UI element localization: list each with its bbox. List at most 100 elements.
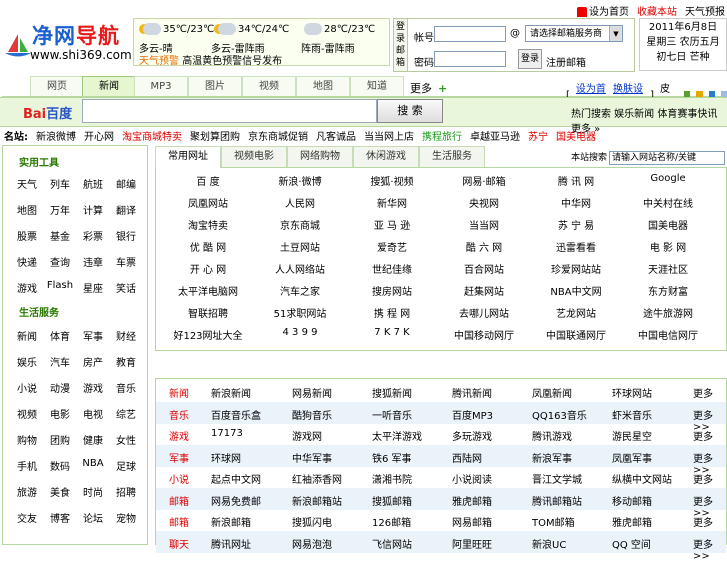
row-link[interactable]: 晋江文学城 bbox=[532, 471, 582, 486]
row-link[interactable]: 百度音乐盒 bbox=[211, 407, 261, 422]
left-grid-link[interactable]: 基金 bbox=[44, 228, 76, 243]
site-link[interactable]: 东方财富 bbox=[623, 283, 713, 298]
left-grid-link[interactable]: 电视 bbox=[77, 406, 109, 421]
row-link[interactable]: QQ163音乐 bbox=[532, 407, 587, 422]
famous-link[interactable]: 聚划算团购 bbox=[190, 128, 240, 143]
login-button[interactable]: 登录 bbox=[518, 49, 542, 69]
famous-link[interactable]: 凡客诚品 bbox=[316, 128, 356, 143]
site-link[interactable]: 好123网址大全 bbox=[163, 327, 253, 342]
left-grid-link[interactable]: 汽车 bbox=[44, 354, 76, 369]
site-link[interactable]: 京东商城 bbox=[255, 217, 345, 232]
left-grid-link[interactable]: 音乐 bbox=[110, 380, 142, 395]
row-link[interactable]: 游民星空 bbox=[612, 428, 652, 443]
row-link[interactable]: 17173 bbox=[211, 428, 243, 439]
left-grid-link[interactable]: 股票 bbox=[11, 228, 43, 243]
row-link[interactable]: 起点中文网 bbox=[211, 471, 261, 486]
row-link[interactable]: 凤凰军事 bbox=[612, 450, 652, 465]
row-link[interactable]: 阿里旺旺 bbox=[452, 536, 492, 551]
left-grid-link[interactable]: 游戏 bbox=[11, 280, 43, 295]
site-link[interactable]: 携 程 网 bbox=[347, 305, 437, 320]
site-link[interactable]: 4 3 9 9 bbox=[255, 327, 345, 338]
row-category[interactable]: 小说 bbox=[162, 471, 196, 486]
row-category[interactable]: 军事 bbox=[162, 450, 196, 465]
row-link[interactable]: 太平洋游戏 bbox=[372, 428, 422, 443]
left-grid-link[interactable]: 手机 bbox=[11, 458, 43, 473]
site-link[interactable]: 新华网 bbox=[347, 195, 437, 210]
site-link[interactable]: 淘宝特卖 bbox=[163, 217, 253, 232]
tab-images[interactable]: 图片 bbox=[188, 76, 242, 96]
row-category[interactable]: 新闻 bbox=[162, 385, 196, 400]
row-link[interactable]: 搜狐新闻 bbox=[372, 385, 412, 400]
site-link[interactable]: 百 度 bbox=[163, 173, 253, 188]
tab-video-movies[interactable]: 视频电影 bbox=[221, 146, 287, 167]
site-link[interactable]: NBA中文网 bbox=[531, 283, 621, 298]
row-link[interactable]: 小说阅读 bbox=[452, 471, 492, 486]
famous-link[interactable]: 新浪微博 bbox=[36, 128, 76, 143]
row-link[interactable]: 游戏网 bbox=[292, 428, 322, 443]
left-grid-link[interactable]: 博客 bbox=[44, 510, 76, 525]
site-link[interactable]: 赶集网站 bbox=[439, 283, 529, 298]
left-grid-link[interactable]: 列车 bbox=[44, 176, 76, 191]
tab-web[interactable]: 网页 bbox=[30, 76, 84, 96]
register-link[interactable]: 注册邮箱 bbox=[546, 54, 586, 69]
left-grid-link[interactable]: 女性 bbox=[110, 432, 142, 447]
left-grid-link[interactable]: 彩票 bbox=[77, 228, 109, 243]
left-grid-link[interactable]: 健康 bbox=[77, 432, 109, 447]
site-link[interactable]: 网易·邮箱 bbox=[439, 173, 529, 188]
row-link[interactable]: 新浪新闻 bbox=[211, 385, 251, 400]
site-link[interactable]: 迅雷看看 bbox=[531, 239, 621, 254]
password-input[interactable] bbox=[434, 51, 506, 67]
site-link[interactable]: 开 心 网 bbox=[163, 261, 253, 276]
row-link[interactable]: 环球网站 bbox=[612, 385, 652, 400]
row-link[interactable]: 新浪邮箱 bbox=[211, 514, 251, 529]
left-grid-link[interactable]: 翻译 bbox=[110, 202, 142, 217]
row-link[interactable]: 网易新闻 bbox=[292, 385, 332, 400]
site-link[interactable]: Google bbox=[623, 173, 713, 184]
left-grid-link[interactable]: 宠物 bbox=[110, 510, 142, 525]
row-link[interactable]: 红袖添香网 bbox=[292, 471, 342, 486]
left-grid-link[interactable]: 快递 bbox=[11, 254, 43, 269]
row-link[interactable]: 多玩游戏 bbox=[452, 428, 492, 443]
site-link[interactable]: 百合网站 bbox=[439, 261, 529, 276]
site-link[interactable]: 7 K 7 K bbox=[347, 327, 437, 338]
search-button[interactable]: 搜 索 bbox=[377, 99, 443, 123]
left-grid-link[interactable]: 购物 bbox=[11, 432, 43, 447]
row-link[interactable]: 中华军事 bbox=[292, 450, 332, 465]
left-grid-link[interactable]: 违章 bbox=[77, 254, 109, 269]
left-grid-link[interactable]: 笑话 bbox=[110, 280, 142, 295]
site-search-input[interactable]: 请输入网站名称/关键 bbox=[609, 150, 726, 165]
more-tabs[interactable]: 更多 + bbox=[410, 80, 447, 96]
site-link[interactable]: 中华网 bbox=[531, 195, 621, 210]
row-link[interactable]: 搜狐闪电 bbox=[292, 514, 332, 529]
row-link[interactable]: 雅虎邮箱 bbox=[612, 514, 652, 529]
left-grid-link[interactable]: 综艺 bbox=[110, 406, 142, 421]
left-grid-link[interactable]: 星座 bbox=[77, 280, 109, 295]
left-grid-link[interactable]: 视频 bbox=[11, 406, 43, 421]
site-link[interactable]: 当当网 bbox=[439, 217, 529, 232]
row-category[interactable]: 聊天 bbox=[162, 536, 196, 551]
row-link[interactable]: 一听音乐 bbox=[372, 407, 412, 422]
site-link[interactable]: 电 影 网 bbox=[623, 239, 713, 254]
tab-common-sites[interactable]: 常用网址 bbox=[155, 146, 221, 168]
site-link[interactable]: 珍爱网站站 bbox=[531, 261, 621, 276]
left-grid-link[interactable]: 动漫 bbox=[44, 380, 76, 395]
row-link[interactable]: 网易免费邮 bbox=[211, 493, 261, 508]
row-link[interactable]: 百度MP3 bbox=[452, 407, 493, 422]
username-input[interactable] bbox=[434, 26, 506, 42]
famous-link[interactable]: 卓越亚马逊 bbox=[470, 128, 520, 143]
site-link[interactable]: 凤凰网站 bbox=[163, 195, 253, 210]
left-grid-link[interactable]: 邮编 bbox=[110, 176, 142, 191]
famous-link[interactable]: 京东商城促销 bbox=[248, 128, 308, 143]
site-link[interactable]: 国美电器 bbox=[623, 217, 713, 232]
left-grid-link[interactable]: 房产 bbox=[77, 354, 109, 369]
row-link[interactable]: TOM邮箱 bbox=[532, 514, 575, 529]
row-more-link[interactable]: 更多>> bbox=[693, 536, 726, 562]
left-grid-link[interactable]: 时尚 bbox=[77, 484, 109, 499]
site-link[interactable]: 中关村在线 bbox=[623, 195, 713, 210]
row-link[interactable]: 126邮箱 bbox=[372, 514, 411, 529]
row-link[interactable]: 腾讯新闻 bbox=[452, 385, 492, 400]
row-link[interactable]: 新浪邮箱站 bbox=[292, 493, 342, 508]
row-link[interactable]: 新浪UC bbox=[532, 536, 566, 551]
left-grid-link[interactable]: 娱乐 bbox=[11, 354, 43, 369]
left-grid-link[interactable]: 航班 bbox=[77, 176, 109, 191]
